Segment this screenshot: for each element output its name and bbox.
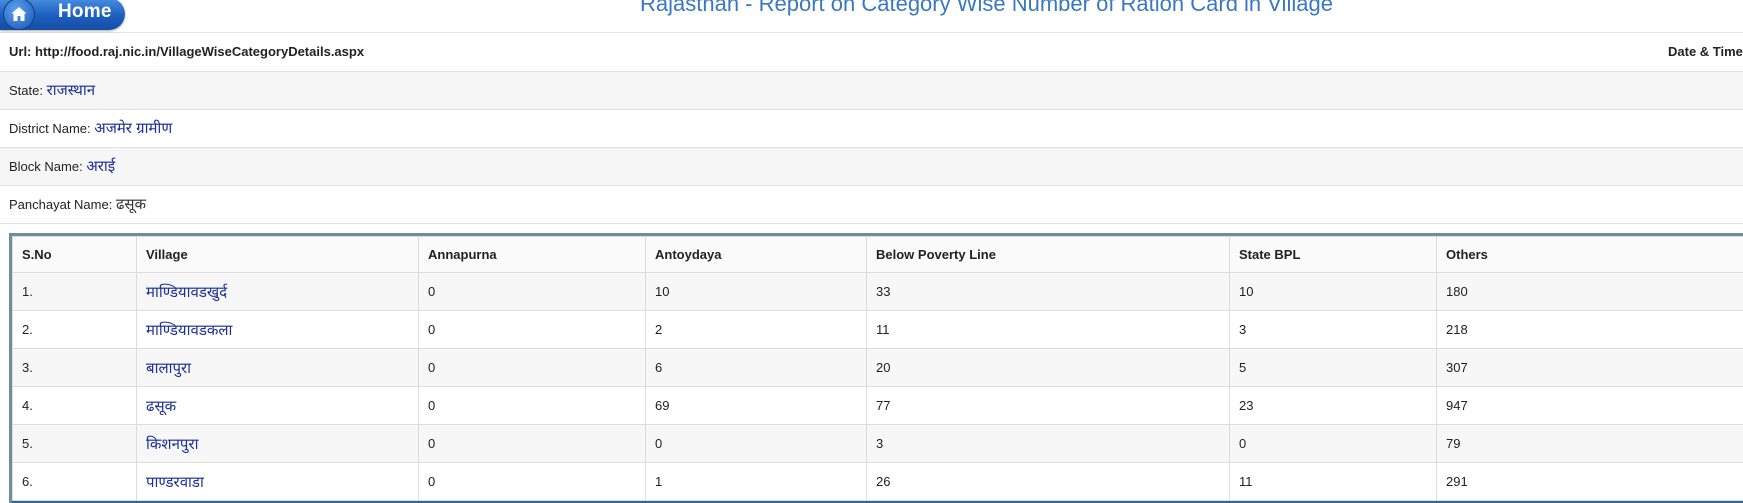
table-row: 5. किशनपुरा 0 0 3 0 79 xyxy=(12,424,1743,463)
url-row: Url: http://food.raj.nic.in/VillageWiseC… xyxy=(0,33,1743,72)
cell-others: 180 xyxy=(1436,272,1743,311)
district-row: District Name: अजमेर ग्रामीण xyxy=(0,110,1743,148)
home-label: Home xyxy=(58,1,112,22)
cell-state-bpl: 11 xyxy=(1229,462,1437,501)
block-value: अराई xyxy=(86,158,116,175)
panchayat-label: Panchayat Name: xyxy=(9,197,113,212)
cell-state-bpl: 23 xyxy=(1229,386,1437,425)
cell-antoydaya: 10 xyxy=(645,272,867,311)
header-antoydaya[interactable]: Antoydaya xyxy=(645,236,867,273)
cell-annapurna: 0 xyxy=(418,462,646,501)
cell-state-bpl: 3 xyxy=(1229,310,1437,349)
header-state-bpl[interactable]: State BPL xyxy=(1229,236,1437,273)
report-table-container: S.No Village Annapurna Antoydaya Below P… xyxy=(9,233,1743,503)
block-label: Block Name: xyxy=(9,159,83,174)
cell-antoydaya: 2 xyxy=(645,310,867,349)
cell-others: 79 xyxy=(1436,424,1743,463)
url-label: Url: xyxy=(9,44,32,59)
url-value: http://food.raj.nic.in/VillageWiseCatego… xyxy=(35,44,365,59)
cell-village: माण्डियावडकला xyxy=(136,310,419,349)
header-others[interactable]: Others xyxy=(1436,236,1743,273)
table-row: 4. ढसूक 0 69 77 23 947 xyxy=(12,386,1743,425)
cell-sno: 2. xyxy=(12,310,137,349)
table-header-row: S.No Village Annapurna Antoydaya Below P… xyxy=(12,236,1743,273)
cell-sno: 5. xyxy=(12,424,137,463)
cell-village: किशनपुरा xyxy=(136,424,419,463)
cell-annapurna: 0 xyxy=(418,424,646,463)
cell-others: 291 xyxy=(1436,462,1743,501)
top-bar: Home Rajasthan - Report on Category Wise… xyxy=(0,0,1743,33)
page-title: Rajasthan - Report on Category Wise Numb… xyxy=(640,0,1333,16)
cell-bpl: 20 xyxy=(866,348,1230,387)
village-link[interactable]: पाण्डरवाडा xyxy=(146,474,204,491)
cell-sno: 3. xyxy=(12,348,137,387)
cell-sno: 4. xyxy=(12,386,137,425)
cell-state-bpl: 10 xyxy=(1229,272,1437,311)
cell-village: बालापुरा xyxy=(136,348,419,387)
cell-bpl: 33 xyxy=(866,272,1230,311)
cell-bpl: 3 xyxy=(866,424,1230,463)
panchayat-row: Panchayat Name: ढसूक xyxy=(0,186,1743,224)
cell-antoydaya: 0 xyxy=(645,424,867,463)
cell-annapurna: 0 xyxy=(418,272,646,311)
cell-others: 307 xyxy=(1436,348,1743,387)
village-link[interactable]: माण्डियावडकला xyxy=(146,322,232,339)
cell-sno: 1. xyxy=(12,272,137,311)
panchayat-value: ढसूक xyxy=(115,196,147,213)
village-link[interactable]: बालापुरा xyxy=(146,360,191,377)
header-annapurna[interactable]: Annapurna xyxy=(418,236,646,273)
cell-village: पाण्डरवाडा xyxy=(136,462,419,501)
header-below-poverty-line[interactable]: Below Poverty Line xyxy=(866,236,1230,273)
cell-state-bpl: 0 xyxy=(1229,424,1437,463)
village-link[interactable]: माण्डियावडखुर्द xyxy=(146,284,227,301)
cell-sno: 6. xyxy=(12,462,137,501)
table-row: 2. माण्डियावडकला 0 2 11 3 218 xyxy=(12,310,1743,349)
cell-village: ढसूक xyxy=(136,386,419,425)
cell-state-bpl: 5 xyxy=(1229,348,1437,387)
table-row: 3. बालापुरा 0 6 20 5 307 xyxy=(12,348,1743,387)
table-row: 6. पाण्डरवाडा 0 1 26 11 291 xyxy=(12,462,1743,501)
village-link[interactable]: किशनपुरा xyxy=(146,436,198,453)
home-button[interactable]: Home xyxy=(0,0,125,30)
cell-annapurna: 0 xyxy=(418,348,646,387)
cell-annapurna: 0 xyxy=(418,386,646,425)
block-row: Block Name: अराई xyxy=(0,148,1743,186)
district-value: अजमेर ग्रामीण xyxy=(94,120,173,137)
cell-antoydaya: 6 xyxy=(645,348,867,387)
cell-annapurna: 0 xyxy=(418,310,646,349)
cell-bpl: 11 xyxy=(866,310,1230,349)
cell-bpl: 77 xyxy=(866,386,1230,425)
report-table: S.No Village Annapurna Antoydaya Below P… xyxy=(12,236,1743,503)
district-label: District Name: xyxy=(9,121,91,136)
cell-bpl: 26 xyxy=(866,462,1230,501)
cell-antoydaya: 1 xyxy=(645,462,867,501)
home-icon xyxy=(3,0,35,30)
header-village[interactable]: Village xyxy=(136,236,419,273)
cell-village: माण्डियावडखुर्द xyxy=(136,272,419,311)
cell-antoydaya: 69 xyxy=(645,386,867,425)
header-sno[interactable]: S.No xyxy=(12,236,137,273)
village-link[interactable]: ढसूक xyxy=(146,398,176,415)
datetime-label: Date & Time xyxy=(1668,44,1743,59)
state-row: State: राजस्थान xyxy=(0,72,1743,110)
cell-others: 218 xyxy=(1436,310,1743,349)
cell-others: 947 xyxy=(1436,386,1743,425)
table-row: 1. माण्डियावडखुर्द 0 10 33 10 180 xyxy=(12,272,1743,311)
state-label: State: xyxy=(9,83,43,98)
state-value: राजस्थान xyxy=(46,82,96,99)
